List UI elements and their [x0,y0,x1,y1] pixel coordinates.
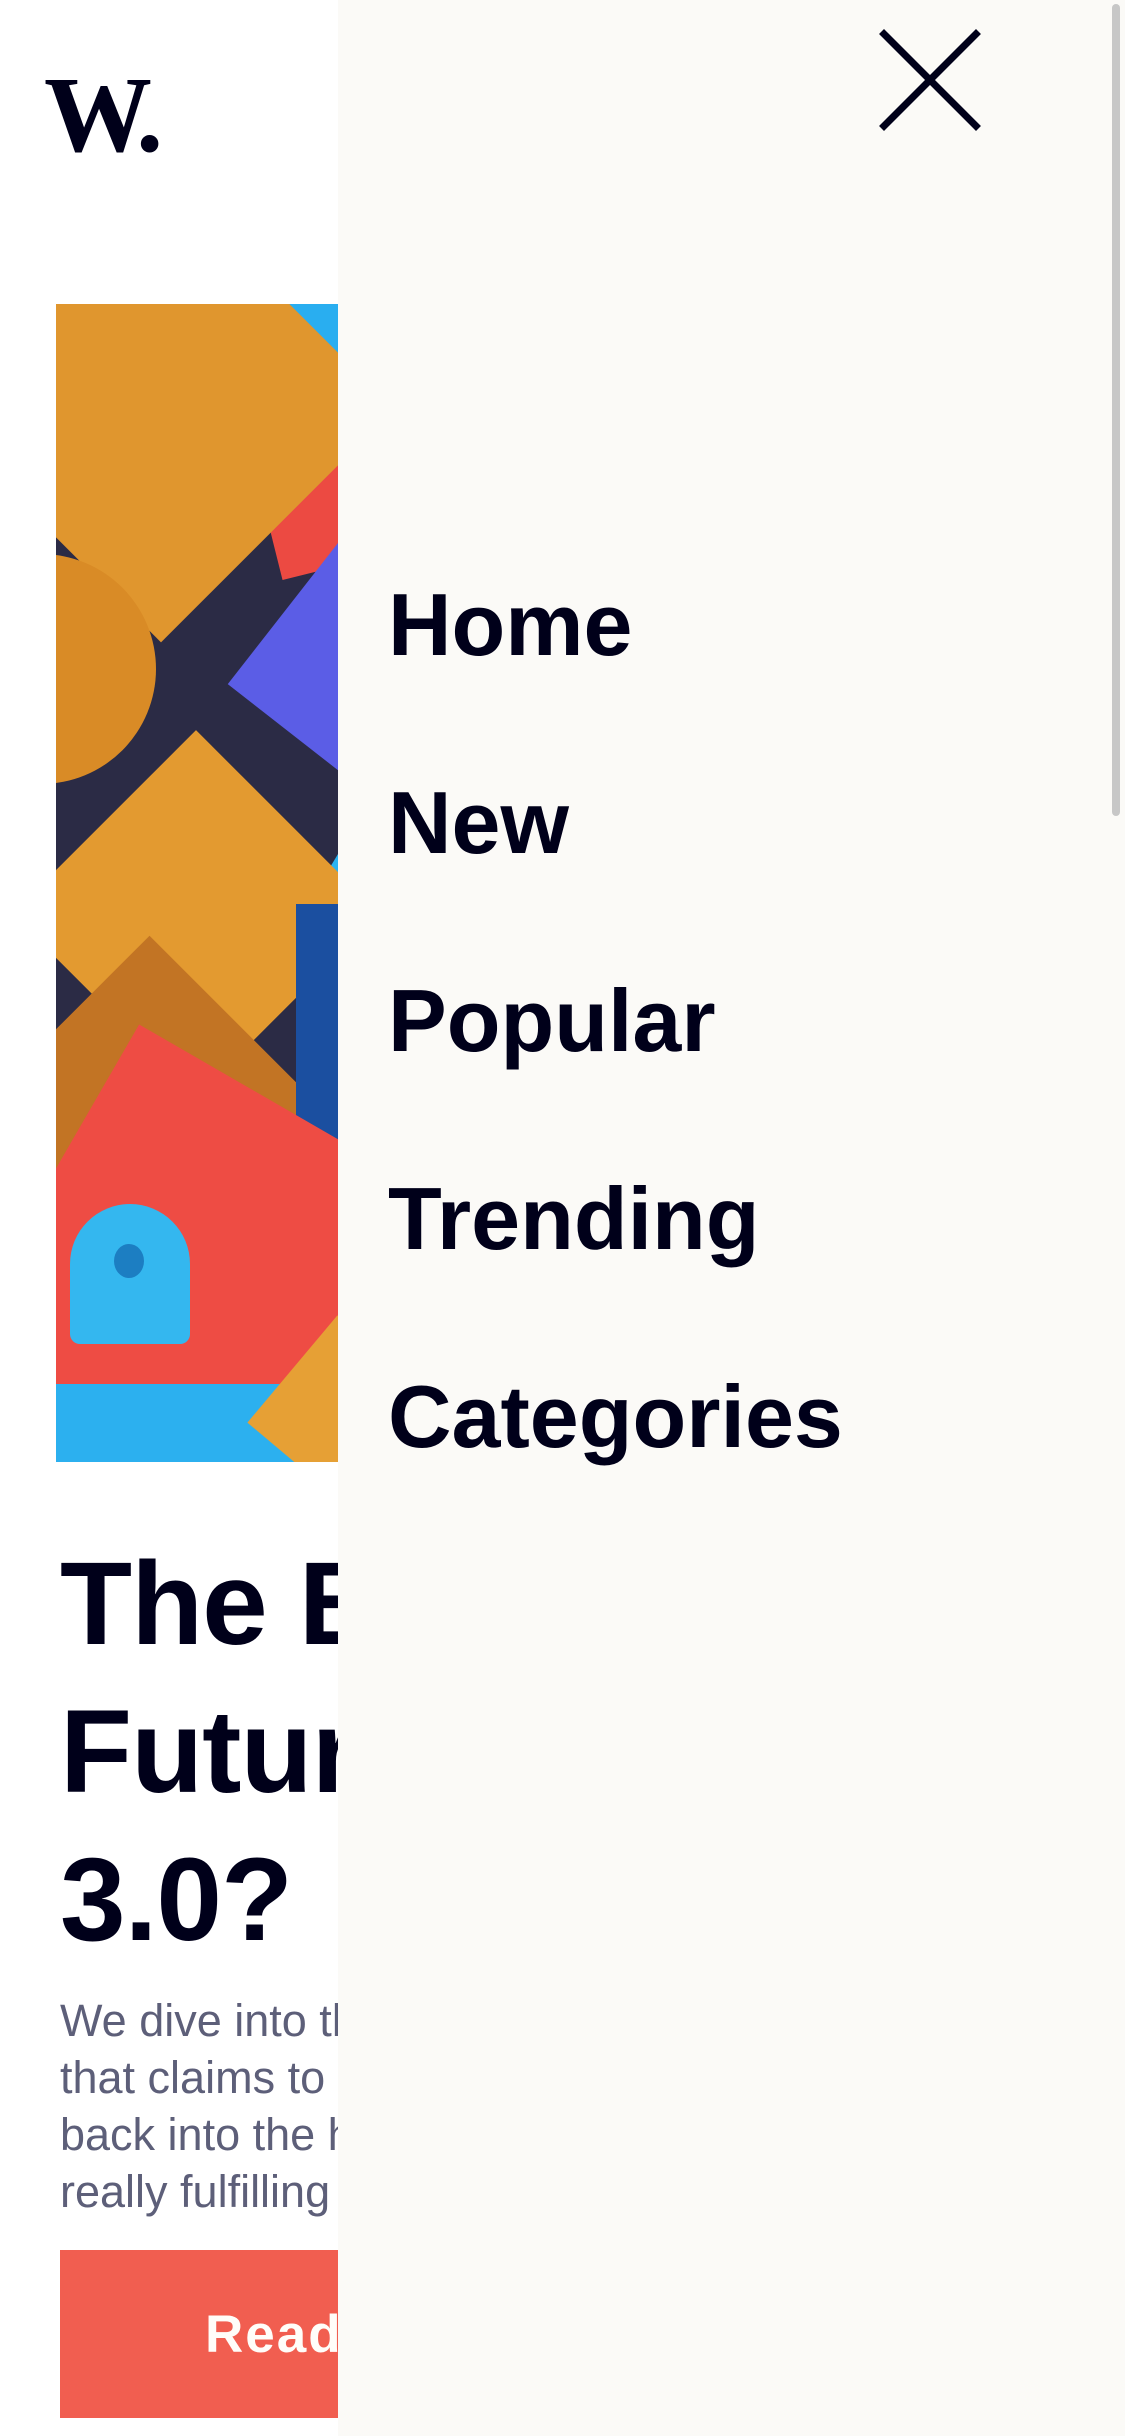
menu-item-trending[interactable]: Trending [388,1154,843,1352]
page: W. The Bright Future of Web 3.0? We dive… [0,0,1125,2436]
logo[interactable]: W. [44,62,163,170]
menu-item-home[interactable]: Home [388,560,843,758]
scrollbar[interactable] [1112,4,1120,816]
hero-block-shape [114,1244,144,1278]
close-icon [879,29,981,131]
menu-item-new[interactable]: New [388,758,843,956]
menu-item-categories[interactable]: Categories [388,1352,843,1550]
nav-drawer: Home New Popular Trending Categories [338,0,1125,2436]
menu-item-popular[interactable]: Popular [388,956,843,1154]
close-menu-button[interactable] [878,28,982,132]
nav-menu: Home New Popular Trending Categories [388,560,843,1550]
